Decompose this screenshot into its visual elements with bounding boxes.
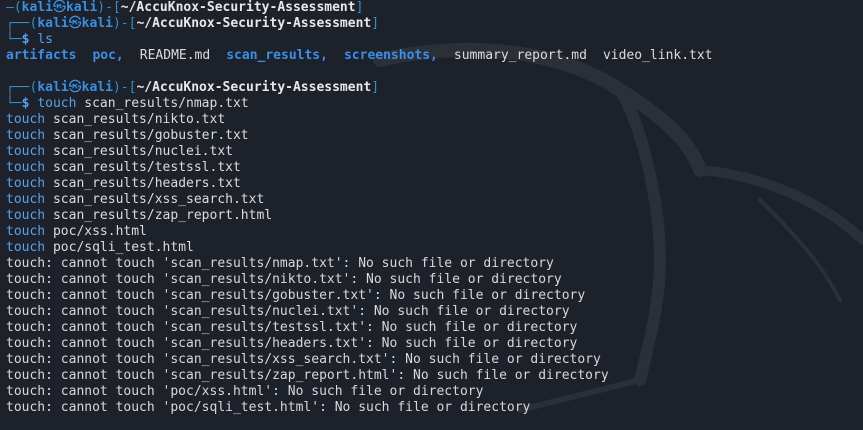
touch-command: touch xyxy=(6,192,46,207)
skull-icon: ㉿ xyxy=(68,80,82,95)
touch-argument: scan_results/nikto.txt xyxy=(52,112,226,127)
touch-command-line: touch poc/sqli_test.html xyxy=(6,240,863,256)
prompt-user: kali xyxy=(37,80,69,95)
prompt-user: kali xyxy=(37,16,69,31)
touch-argument: scan_results/zap_report.html xyxy=(52,208,273,223)
error-line: touch: cannot touch 'scan_results/testss… xyxy=(6,320,578,335)
touch-argument: scan_results/xss_search.txt xyxy=(52,192,265,207)
skull-icon: ㉿ xyxy=(68,16,82,31)
touch-command: touch xyxy=(6,176,46,191)
ls-directory: artifacts xyxy=(6,48,77,63)
ls-directory: scan_results, xyxy=(226,48,328,63)
command-touch: touch xyxy=(37,96,77,111)
touch-command: touch xyxy=(6,224,46,239)
prompt-path: ~/AccuKnox-Security-Assessment xyxy=(136,80,372,95)
touch-command: touch xyxy=(6,144,46,159)
prompt-path: ~/AccuKnox-Security-Assessment xyxy=(136,16,372,31)
command-arg: scan_results/nmap.txt xyxy=(84,96,249,111)
touch-argument: scan_results/headers.txt xyxy=(52,176,241,191)
command-line: └─$ touch scan_results/nmap.txt xyxy=(6,96,863,112)
error-line: touch: cannot touch 'poc/sqli_test.html'… xyxy=(6,400,531,415)
ls-file: video_link.txt xyxy=(602,48,713,63)
prompt-frame: ] xyxy=(371,80,380,95)
prompt-user: kali xyxy=(21,0,53,15)
touch-command: touch xyxy=(6,208,46,223)
touch-argument: scan_results/gobuster.txt xyxy=(52,128,249,143)
touch-argument: poc/xss.html xyxy=(52,224,147,239)
terminal-output[interactable]: —(kali㉿kali)-[~/AccuKnox-Security-Assess… xyxy=(6,0,863,416)
touch-command-line: touch scan_results/zap_report.html xyxy=(6,208,863,224)
touch-command-line: touch scan_results/gobuster.txt xyxy=(6,128,863,144)
prompt-line: —(kali㉿kali)-[~/AccuKnox-Security-Assess… xyxy=(6,0,863,16)
prompt-frame: )-[ xyxy=(112,16,137,31)
touch-command: touch xyxy=(6,128,46,143)
pasted-commands: touch scan_results/nikto.txt touch scan_r… xyxy=(6,112,863,256)
prompt-frame: )-[ xyxy=(112,80,137,95)
error-line: touch: cannot touch 'scan_results/xss_se… xyxy=(6,352,601,367)
touch-command-line: touch scan_results/nikto.txt xyxy=(6,112,863,128)
ls-file: summary_report.md xyxy=(453,48,587,63)
prompt-frame: ] xyxy=(371,16,380,31)
prompt-host: kali xyxy=(81,16,113,31)
prompt-frame: └─ xyxy=(6,96,22,111)
touch-command-line: touch poc/xss.html xyxy=(6,224,863,240)
touch-command: touch xyxy=(6,160,46,175)
prompt-frame: )-[ xyxy=(97,0,121,15)
error-line: touch: cannot touch 'scan_results/nmap.t… xyxy=(6,256,554,271)
prompt-dollar: $ xyxy=(21,96,30,111)
touch-command: touch xyxy=(6,240,46,255)
prompt-host: kali xyxy=(81,80,113,95)
ls-file: README.md xyxy=(139,48,211,63)
terminal-window[interactable]: —(kali㉿kali)-[~/AccuKnox-Security-Assess… xyxy=(0,0,863,430)
touch-argument: scan_results/nuclei.txt xyxy=(52,144,233,159)
touch-argument: scan_results/testssl.txt xyxy=(52,160,241,175)
prompt-path: ~/AccuKnox-Security-Assessment xyxy=(120,0,356,15)
touch-command-line: touch scan_results/testssl.txt xyxy=(6,160,863,176)
touch-command-line: touch scan_results/headers.txt xyxy=(6,176,863,192)
skull-icon: ㉿ xyxy=(52,0,66,15)
prompt-frame: —( xyxy=(6,0,22,15)
prompt-frame: ┌──( xyxy=(6,16,38,31)
touch-command-line: touch scan_results/nuclei.txt xyxy=(6,144,863,160)
error-output: touch: cannot touch 'scan_results/nmap.t… xyxy=(6,256,863,416)
command-ls: ls xyxy=(37,32,53,47)
prompt-line: ┌──(kali㉿kali)-[~/AccuKnox-Security-Asse… xyxy=(6,80,863,96)
touch-argument: poc/sqli_test.html xyxy=(52,240,194,255)
error-line: touch: cannot touch 'scan_results/nikto.… xyxy=(6,272,562,287)
error-line: touch: cannot touch 'poc/xss.html': No s… xyxy=(6,384,484,399)
touch-command: touch xyxy=(6,112,46,127)
prompt-frame: ] xyxy=(355,0,364,15)
prompt-frame: ┌──( xyxy=(6,80,38,95)
ls-directory: poc, xyxy=(92,48,124,63)
error-line: touch: cannot touch 'scan_results/gobust… xyxy=(6,288,586,303)
error-line: touch: cannot touch 'scan_results/header… xyxy=(6,336,578,351)
command-line: └─$ ls xyxy=(6,32,863,48)
prompt-host: kali xyxy=(65,0,98,15)
error-line: touch: cannot touch 'scan_results/zap_re… xyxy=(6,368,609,383)
ls-directory: screenshots, xyxy=(343,48,438,63)
error-line: touch: cannot touch 'scan_results/nuclei… xyxy=(6,304,570,319)
touch-command-line: touch scan_results/xss_search.txt xyxy=(6,192,863,208)
prompt-dollar: $ xyxy=(21,32,30,47)
prompt-line: ┌──(kali㉿kali)-[~/AccuKnox-Security-Asse… xyxy=(6,16,863,32)
prompt-frame: └─ xyxy=(6,32,22,47)
ls-output: artifacts poc, README.md scan_results, scree… xyxy=(6,48,863,64)
